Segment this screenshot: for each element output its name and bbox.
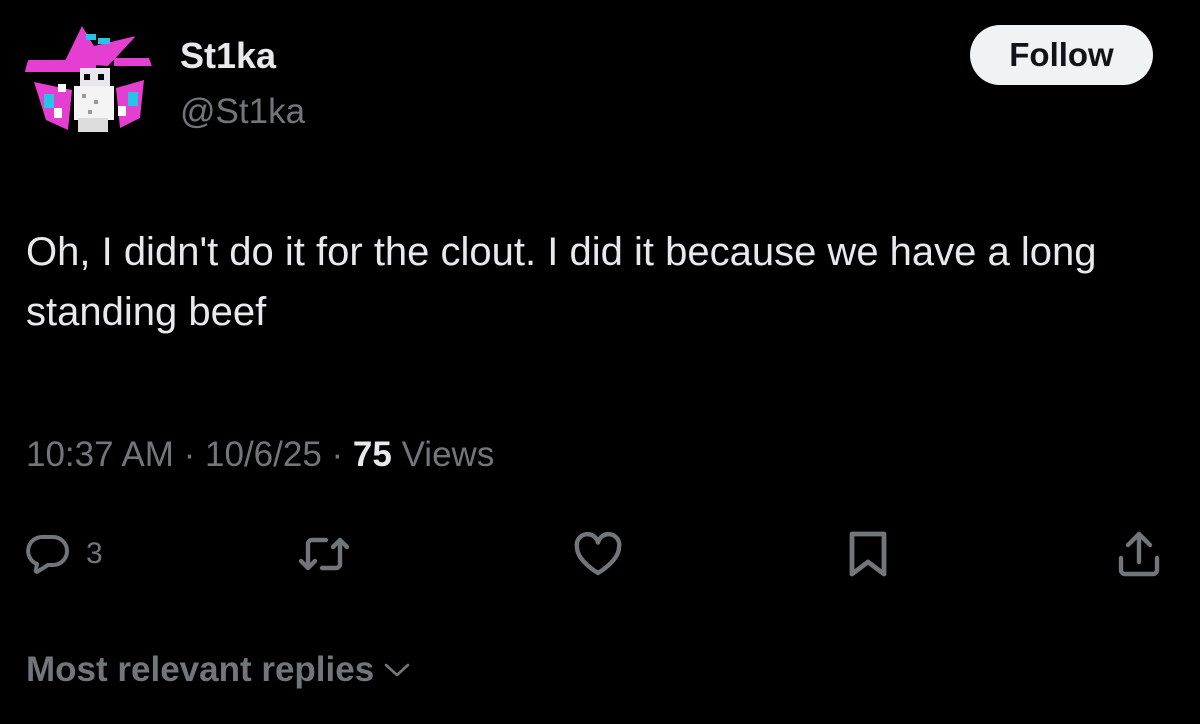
author-handle[interactable]: @St1ka: [180, 90, 305, 134]
views-count: 75: [352, 435, 392, 474]
share-icon: [1118, 531, 1160, 577]
heart-icon: [574, 532, 622, 576]
author-display-name[interactable]: St1ka: [180, 34, 276, 78]
meta-separator: ·: [331, 435, 344, 474]
reply-count: 3: [86, 537, 103, 570]
meta-separator: ·: [183, 435, 196, 474]
follow-button[interactable]: Follow: [970, 25, 1153, 85]
avatar[interactable]: [24, 18, 154, 148]
replies-sort-dropdown[interactable]: Most relevant replies: [26, 646, 412, 694]
share-button[interactable]: [1114, 526, 1164, 582]
repost-button[interactable]: [296, 526, 352, 582]
reply-bubble-icon: [26, 534, 69, 574]
chevron-down-icon: [382, 660, 412, 680]
tweet-meta: 10:37 AM · 10/6/25 · 75 Views: [26, 430, 494, 480]
tweet-text: Oh, I didn't do it for the clout. I did …: [26, 230, 1097, 334]
pixel-wizard-avatar-icon: [24, 18, 154, 148]
reply-button[interactable]: 3: [24, 526, 103, 582]
bookmark-icon: [849, 531, 887, 577]
tweet-date[interactable]: 10/6/25: [205, 435, 322, 474]
repost-icon: [298, 537, 350, 571]
like-button[interactable]: [572, 526, 624, 582]
replies-sort-label: Most relevant replies: [26, 650, 375, 689]
views-label: Views: [401, 435, 495, 474]
bookmark-button[interactable]: [846, 526, 890, 582]
tweet-time[interactable]: 10:37 AM: [26, 435, 174, 474]
